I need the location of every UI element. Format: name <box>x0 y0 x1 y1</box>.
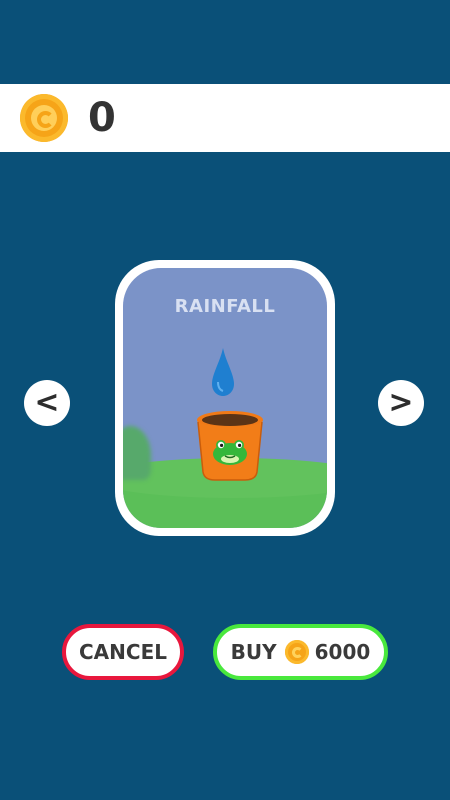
pot-icon <box>197 411 263 481</box>
coin-icon <box>284 640 309 664</box>
next-item-button[interactable]: > <box>378 380 424 426</box>
item-preview-card: RAINFALL <box>115 260 335 536</box>
previous-item-button[interactable]: < <box>24 380 70 426</box>
cancel-button[interactable]: CANCEL <box>62 624 184 680</box>
currency-bar: 0 <box>0 84 450 152</box>
buy-button[interactable]: BUY 6000 <box>213 624 388 680</box>
frog-icon <box>213 440 247 465</box>
coin-balance: 0 <box>88 95 116 141</box>
buy-button-label: BUY <box>230 640 277 664</box>
item-title: RAINFALL <box>174 296 276 317</box>
buy-price: 6000 <box>314 640 371 664</box>
bush <box>123 426 151 480</box>
cancel-button-label: CANCEL <box>79 640 167 664</box>
coin-icon <box>20 94 68 142</box>
item-preview-scene: RAINFALL <box>123 268 327 528</box>
water-drop-icon <box>212 348 234 396</box>
